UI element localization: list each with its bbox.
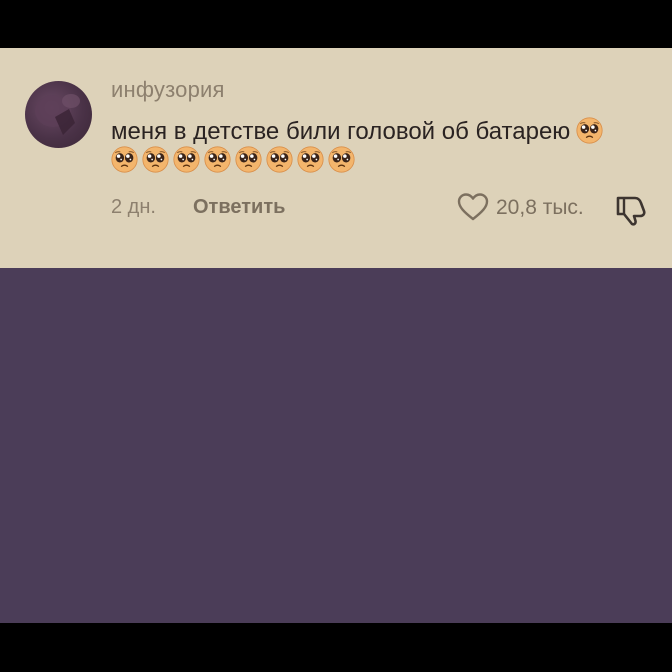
comment-body: меня в детстве били головой об батарею	[111, 118, 571, 145]
pleading-face-emoji-icon	[111, 146, 138, 173]
video-area	[0, 268, 672, 623]
pleading-face-emoji-icon	[266, 146, 293, 173]
top-letterbox	[0, 0, 672, 48]
avatar[interactable]	[25, 81, 92, 148]
bottom-letterbox	[0, 623, 672, 672]
thumbs-down-icon[interactable]	[613, 192, 649, 228]
pleading-face-emoji-icon	[328, 146, 355, 173]
pleading-face-emoji-icon	[173, 146, 200, 173]
emoji-row	[111, 146, 355, 176]
pleading-face-emoji-icon	[297, 146, 324, 173]
like-count: 20,8 тыс.	[496, 196, 584, 219]
pleading-face-emoji-icon	[235, 146, 262, 173]
pleading-face-emoji-icon	[204, 146, 231, 173]
comment-username[interactable]: инфузория	[111, 77, 225, 103]
pleading-face-emoji-icon	[142, 146, 169, 173]
pleading-face-emoji-icon	[576, 117, 603, 144]
reply-button[interactable]: Ответить	[193, 196, 285, 219]
comment-card: инфузория меня в детстве били головой об…	[0, 48, 672, 268]
timestamp: 2 дн.	[111, 196, 156, 218]
comment-text: меня в детстве били головой об батарею	[111, 114, 651, 150]
heart-icon[interactable]	[456, 190, 490, 224]
